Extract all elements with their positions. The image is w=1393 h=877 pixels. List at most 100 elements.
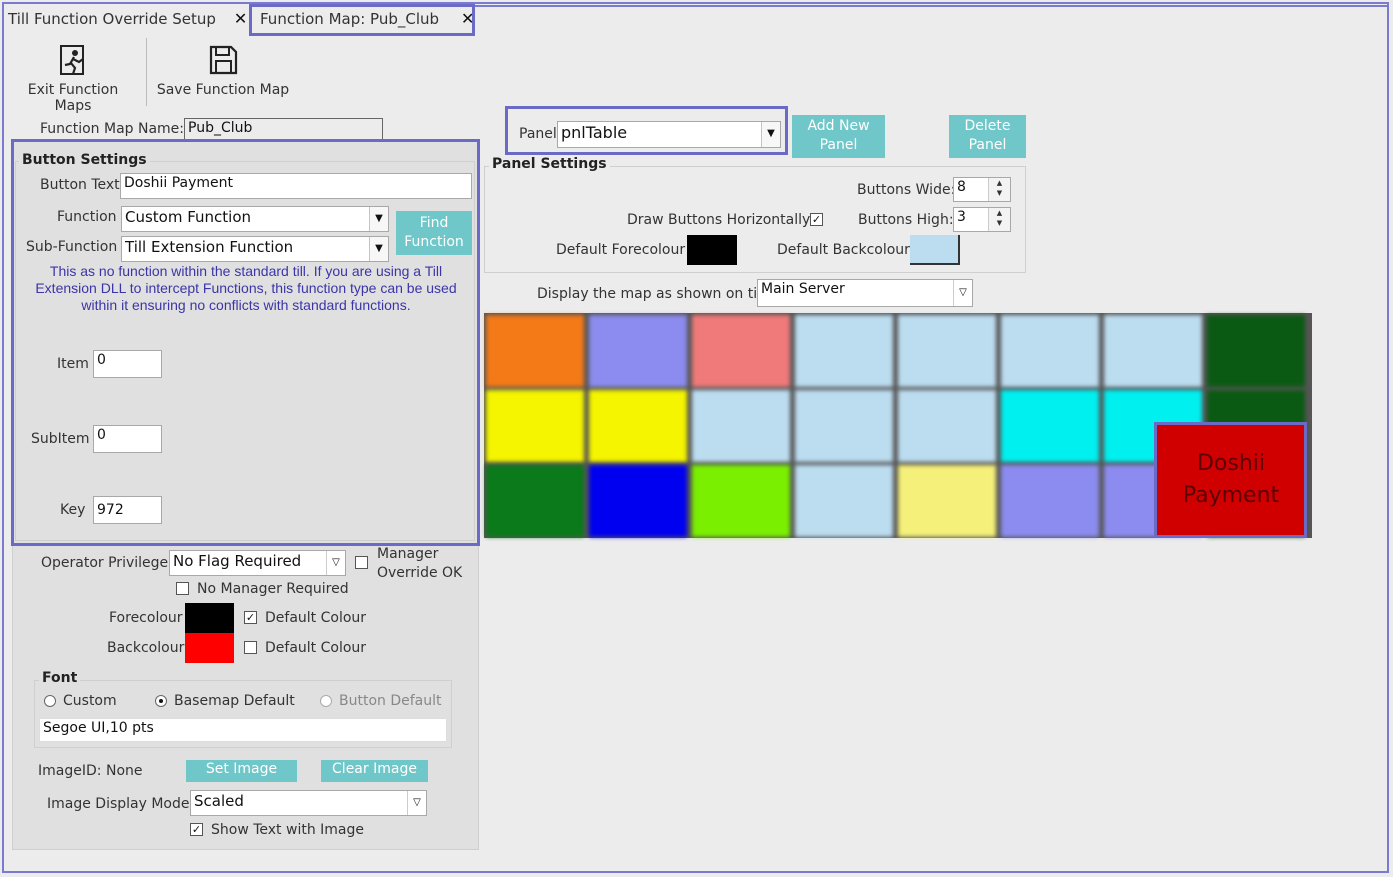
chevron-down-icon[interactable]: ▽ bbox=[407, 791, 426, 815]
set-image-button[interactable]: Set Image bbox=[186, 760, 297, 782]
image-display-mode-label: Image Display Mode: bbox=[47, 796, 195, 812]
map-button[interactable] bbox=[692, 315, 790, 387]
map-button[interactable] bbox=[898, 390, 996, 462]
backcolour-swatch[interactable] bbox=[185, 633, 234, 663]
forecolour-default-checkbox[interactable]: ✓ bbox=[244, 611, 257, 624]
item-label: Item bbox=[57, 356, 89, 372]
font-value-field[interactable]: Segoe UI,10 pts bbox=[39, 718, 447, 742]
button-settings-title: Button Settings bbox=[19, 152, 150, 168]
operator-privilege-select[interactable]: No Flag Required ▽ bbox=[169, 550, 346, 576]
spin-arrows-icon[interactable]: ▲ ▼ bbox=[988, 208, 1010, 231]
map-button[interactable] bbox=[795, 315, 893, 387]
draw-horizontally-checkbox[interactable]: ✓ bbox=[810, 213, 823, 226]
map-button[interactable] bbox=[589, 390, 687, 462]
backcolour-default-label: Default Colour bbox=[265, 640, 367, 656]
image-display-mode-select[interactable]: Scaled ▽ bbox=[190, 790, 427, 816]
chevron-down-icon[interactable]: ▼ bbox=[369, 237, 388, 261]
show-text-with-image-checkbox[interactable]: ✓ bbox=[190, 823, 203, 836]
image-display-mode-value: Scaled bbox=[194, 792, 244, 810]
font-custom-radio[interactable] bbox=[44, 695, 56, 707]
tab-label: Till Function Override Setup bbox=[8, 10, 216, 28]
clear-image-button[interactable]: Clear Image bbox=[321, 760, 428, 782]
map-button[interactable] bbox=[898, 465, 996, 537]
no-manager-checkbox[interactable] bbox=[176, 582, 189, 595]
subitem-field[interactable]: 0 bbox=[93, 425, 162, 453]
find-function-button[interactable]: Find Function bbox=[396, 211, 472, 255]
button-text-label: Button Text bbox=[40, 177, 120, 193]
chevron-down-icon[interactable]: ▼ bbox=[369, 207, 388, 231]
map-button[interactable] bbox=[486, 465, 584, 537]
exit-function-maps-button[interactable]: Exit Function Maps bbox=[8, 44, 138, 114]
map-button[interactable] bbox=[692, 465, 790, 537]
chevron-down-icon[interactable]: ▼ bbox=[761, 122, 780, 147]
map-button[interactable] bbox=[486, 315, 584, 387]
add-new-panel-button[interactable]: Add New Panel bbox=[792, 115, 885, 158]
subitem-label: SubItem bbox=[31, 431, 90, 447]
panel-settings-title: Panel Settings bbox=[489, 156, 610, 172]
font-basemap-label: Basemap Default bbox=[174, 693, 295, 709]
save-icon bbox=[209, 45, 238, 75]
display-map-select[interactable]: Main Server ▽ bbox=[757, 279, 973, 307]
forecolour-swatch[interactable] bbox=[185, 603, 234, 633]
map-button[interactable] bbox=[486, 390, 584, 462]
default-backcolour-swatch[interactable] bbox=[910, 235, 960, 265]
map-button[interactable] bbox=[1001, 315, 1099, 387]
buttons-wide-label: Buttons Wide: bbox=[857, 182, 956, 198]
font-basemap-radio[interactable] bbox=[155, 695, 167, 707]
font-button-default-label: Button Default bbox=[339, 693, 442, 709]
buttons-high-label: Buttons High: bbox=[858, 212, 954, 228]
manager-override-label: Manager Override OK bbox=[377, 546, 463, 581]
default-forecolour-label: Default Forecolour bbox=[556, 242, 686, 258]
buttons-high-value: 3 bbox=[957, 209, 966, 225]
map-button[interactable] bbox=[898, 315, 996, 387]
close-icon[interactable]: ✕ bbox=[234, 9, 247, 28]
font-title: Font bbox=[39, 670, 81, 686]
chevron-down-icon[interactable]: ▽ bbox=[326, 551, 345, 575]
function-select[interactable]: Custom Function ▼ bbox=[121, 206, 389, 232]
panel-label: Panel bbox=[519, 126, 557, 142]
item-field[interactable]: 0 bbox=[93, 350, 162, 378]
close-icon[interactable]: ✕ bbox=[461, 9, 474, 28]
backcolour-label: Backcolour bbox=[107, 640, 185, 656]
chevron-down-icon[interactable]: ▽ bbox=[953, 280, 972, 306]
map-button[interactable] bbox=[589, 315, 687, 387]
default-forecolour-swatch[interactable] bbox=[687, 235, 737, 265]
spin-arrows-icon[interactable]: ▲ ▼ bbox=[988, 178, 1010, 201]
map-button[interactable] bbox=[1207, 315, 1305, 387]
save-function-map-button[interactable]: Save Function Map bbox=[156, 44, 290, 98]
manager-override-checkbox[interactable] bbox=[355, 556, 368, 569]
buttons-high-field[interactable]: 3 ▲ ▼ bbox=[953, 207, 1011, 232]
panel-value: pnlTable bbox=[561, 123, 628, 142]
tab-label: Function Map: Pub_Club bbox=[260, 10, 440, 28]
key-field[interactable]: 972 bbox=[93, 496, 162, 524]
delete-panel-button[interactable]: Delete Panel bbox=[949, 115, 1026, 158]
tab-function-map[interactable]: Function Map: Pub_Club ✕ bbox=[260, 6, 474, 32]
panel-select[interactable]: pnlTable ▼ bbox=[557, 121, 781, 148]
save-label: Save Function Map bbox=[156, 82, 290, 98]
forecolour-default-label: Default Colour bbox=[265, 610, 367, 626]
map-button[interactable] bbox=[1001, 390, 1099, 462]
display-map-value: Main Server bbox=[761, 281, 845, 297]
buttons-wide-field[interactable]: 8 ▲ ▼ bbox=[953, 177, 1011, 202]
exit-label: Exit Function Maps bbox=[27, 82, 119, 114]
map-button[interactable] bbox=[692, 390, 790, 462]
toolbar-separator bbox=[146, 38, 147, 106]
subfunction-label: Sub-Function bbox=[26, 239, 118, 255]
display-map-label: Display the map as shown on till: bbox=[537, 286, 770, 302]
tab-till-function-override[interactable]: Till Function Override Setup ✕ bbox=[8, 6, 247, 32]
map-button[interactable] bbox=[1104, 315, 1202, 387]
subfunction-select[interactable]: Till Extension Function ▼ bbox=[121, 236, 389, 262]
map-button[interactable] bbox=[795, 390, 893, 462]
exit-icon bbox=[60, 45, 84, 75]
map-button[interactable] bbox=[795, 465, 893, 537]
font-button-default-radio[interactable] bbox=[320, 695, 332, 707]
draw-horizontally-label: Draw Buttons Horizontally: bbox=[627, 212, 815, 228]
selected-map-button[interactable]: Doshii Payment bbox=[1157, 425, 1305, 535]
map-button[interactable] bbox=[1001, 465, 1099, 537]
map-button[interactable] bbox=[589, 465, 687, 537]
button-text-field[interactable]: Doshii Payment bbox=[120, 173, 472, 199]
function-value: Custom Function bbox=[125, 208, 252, 226]
forecolour-label: Forecolour bbox=[109, 610, 183, 626]
backcolour-default-checkbox[interactable] bbox=[244, 641, 257, 654]
key-label: Key bbox=[60, 502, 86, 518]
